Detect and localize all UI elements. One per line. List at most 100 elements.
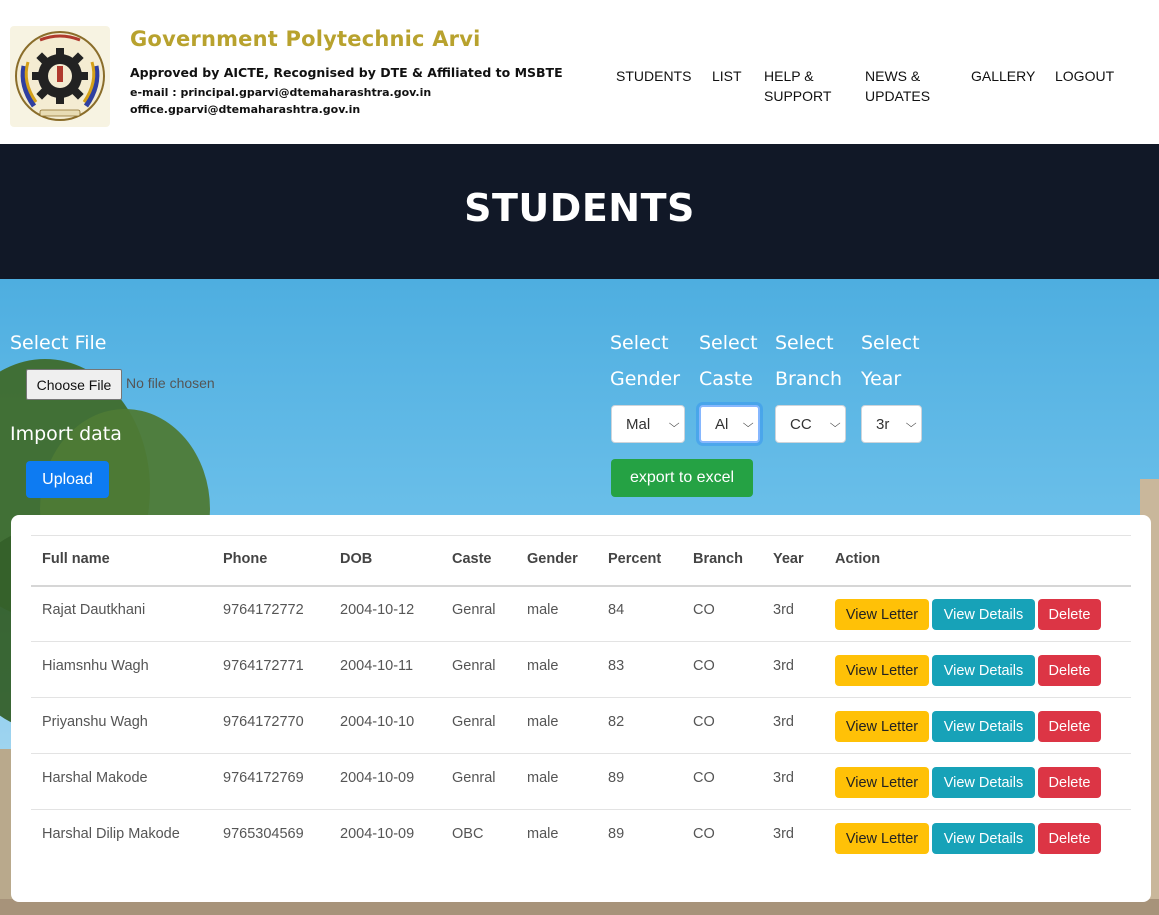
table-cell-year: 3rd — [773, 826, 794, 842]
column-header-action: Action — [835, 551, 881, 567]
column-header-dob: DOB — [340, 551, 373, 567]
column-header-phone: Phone — [223, 551, 268, 567]
delete-button[interactable]: Delete — [1038, 599, 1101, 630]
table-cell-full-name: Priyanshu Wagh — [42, 714, 148, 730]
chevron-down-icon: ⌵ — [829, 417, 841, 430]
table-cell-percent: 89 — [608, 826, 625, 842]
delete-button[interactable]: Delete — [1038, 655, 1101, 686]
table-cell-full-name: Hiamsnhu Wagh — [42, 658, 149, 674]
site-header: Government Polytechnic Arvi Approved by … — [0, 0, 1159, 144]
table-cell-full-name: Harshal Dilip Makode — [42, 826, 180, 842]
select-file-label: Select File — [10, 332, 107, 354]
table-cell-dob: 2004-10-12 — [340, 602, 415, 618]
table-cell-gender: male — [527, 658, 559, 674]
branch-filter-label: Select Branch — [775, 325, 842, 397]
row-divider — [31, 753, 1131, 754]
upload-button[interactable]: Upload — [26, 461, 109, 498]
export-excel-button[interactable]: export to excel — [611, 459, 753, 497]
select-word: Select — [861, 332, 920, 354]
table-cell-year: 3rd — [773, 714, 794, 730]
delete-button[interactable]: Delete — [1038, 767, 1101, 798]
nav-help-support-line1: HELP & — [764, 68, 814, 84]
accreditation-text: Approved by AICTE, Recognised by DTE & A… — [130, 65, 563, 80]
table-cell-full-name: Rajat Dautkhani — [42, 602, 146, 618]
table-cell-phone: 9764172772 — [223, 602, 304, 618]
table-cell-phone: 9764172771 — [223, 658, 304, 674]
view-letter-button[interactable]: View Letter — [835, 599, 929, 630]
table-cell-caste: Genral — [452, 602, 496, 618]
delete-button[interactable]: Delete — [1038, 823, 1101, 854]
office-email: office.gparvi@dtemaharashtra.gov.in — [130, 103, 361, 116]
select-word: Select — [775, 332, 834, 354]
view-details-button[interactable]: View Details — [932, 655, 1035, 686]
caste-word: Caste — [699, 368, 753, 390]
view-details-button[interactable]: View Details — [932, 599, 1035, 630]
table-header-border — [31, 585, 1131, 587]
table-cell-gender: male — [527, 602, 559, 618]
chevron-down-icon: ⌵ — [742, 417, 754, 430]
nav-news-updates[interactable]: NEWS & UPDATES — [865, 66, 930, 106]
year-select[interactable]: 3r ⌵ — [861, 405, 922, 443]
view-details-button[interactable]: View Details — [932, 767, 1035, 798]
table-cell-phone: 9764172770 — [223, 714, 304, 730]
table-cell-percent: 83 — [608, 658, 625, 674]
table-cell-branch: CO — [693, 826, 715, 842]
row-divider — [31, 697, 1131, 698]
nav-news-updates-line2: UPDATES — [865, 88, 931, 104]
gender-select-value: Mal — [626, 415, 651, 433]
table-cell-percent: 89 — [608, 770, 625, 786]
row-divider — [31, 641, 1131, 642]
chevron-down-icon: ⌵ — [905, 417, 917, 430]
table-cell-dob: 2004-10-10 — [340, 714, 415, 730]
view-letter-button[interactable]: View Letter — [835, 767, 929, 798]
nav-students[interactable]: STUDENTS — [616, 66, 691, 86]
table-cell-branch: CO — [693, 602, 715, 618]
choose-file-button[interactable]: Choose File — [26, 369, 122, 400]
view-details-button[interactable]: View Details — [932, 823, 1035, 854]
select-word: Select — [699, 332, 758, 354]
nav-help-support[interactable]: HELP & SUPPORT — [764, 66, 831, 106]
row-divider — [31, 809, 1131, 810]
table-cell-caste: Genral — [452, 770, 496, 786]
branch-select-value: CC — [790, 415, 812, 433]
table-cell-caste: Genral — [452, 714, 496, 730]
branch-word: Branch — [775, 368, 843, 390]
nav-gallery[interactable]: GALLERY — [971, 66, 1035, 86]
table-top-border — [31, 535, 1131, 536]
year-filter-label: Select Year — [861, 325, 920, 397]
caste-select[interactable]: Al ⌵ — [699, 405, 760, 443]
column-header-branch: Branch — [693, 551, 743, 567]
caste-select-value: Al — [715, 415, 729, 433]
table-cell-dob: 2004-10-11 — [340, 658, 414, 674]
table-cell-phone: 9764172769 — [223, 770, 304, 786]
table-cell-caste: Genral — [452, 658, 496, 674]
column-header-year: Year — [773, 551, 804, 567]
view-details-button[interactable]: View Details — [932, 711, 1035, 742]
view-letter-button[interactable]: View Letter — [835, 655, 929, 686]
table-cell-year: 3rd — [773, 658, 794, 674]
table-cell-phone: 9765304569 — [223, 826, 304, 842]
nav-logout[interactable]: LOGOUT — [1055, 66, 1114, 86]
table-cell-full-name: Harshal Makode — [42, 770, 148, 786]
college-name: Government Polytechnic Arvi — [130, 27, 481, 51]
delete-button[interactable]: Delete — [1038, 711, 1101, 742]
file-status-text: No file chosen — [126, 375, 215, 391]
branch-select[interactable]: CC ⌵ — [775, 405, 846, 443]
view-letter-button[interactable]: View Letter — [835, 711, 929, 742]
table-cell-dob: 2004-10-09 — [340, 770, 415, 786]
table-cell-gender: male — [527, 714, 559, 730]
table-cell-year: 3rd — [773, 602, 794, 618]
import-data-label: Import data — [10, 423, 122, 445]
gender-word: Gender — [610, 368, 681, 390]
caste-filter-label: Select Caste — [699, 325, 758, 397]
nav-help-support-line2: SUPPORT — [764, 88, 832, 104]
table-cell-year: 3rd — [773, 770, 794, 786]
nav-list[interactable]: LIST — [712, 66, 742, 86]
college-logo — [10, 26, 110, 127]
nav-news-updates-line1: NEWS & — [865, 68, 921, 84]
column-header-full-name: Full name — [42, 551, 110, 567]
column-header-percent: Percent — [608, 551, 662, 567]
view-letter-button[interactable]: View Letter — [835, 823, 929, 854]
gender-select[interactable]: Mal ⌵ — [611, 405, 685, 443]
year-word: Year — [861, 368, 902, 390]
